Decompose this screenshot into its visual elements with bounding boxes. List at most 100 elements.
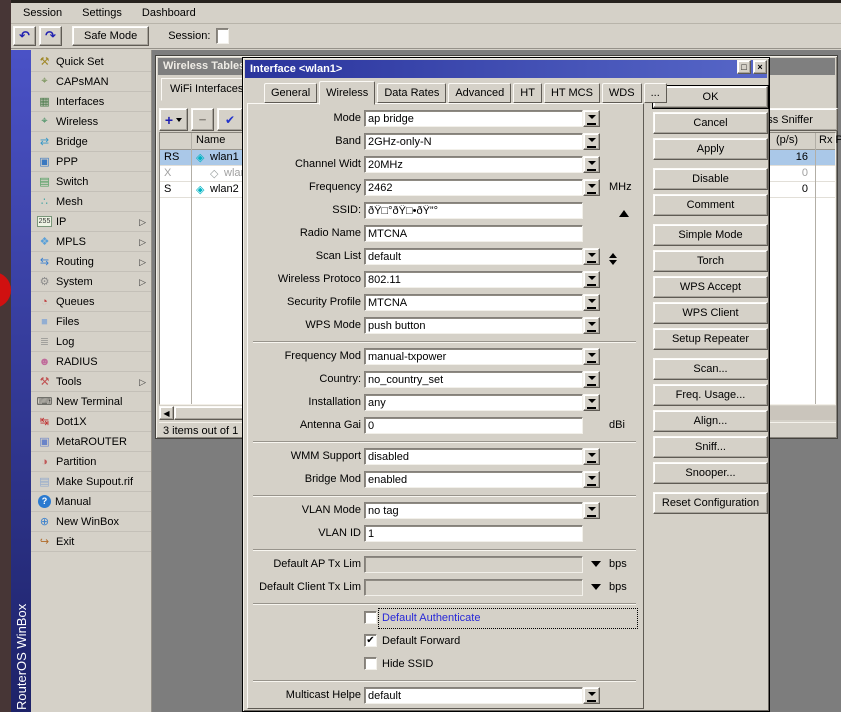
dropdown-button[interactable] (583, 471, 600, 488)
sidebar-item-quick-set[interactable]: ⚒Quick Set (31, 52, 151, 72)
dropdown-button[interactable] (583, 156, 600, 173)
radio-name-field[interactable] (364, 225, 583, 242)
vlan-mode-field[interactable] (364, 502, 583, 519)
channel-widt-field[interactable] (364, 156, 583, 173)
sidebar-item-metarouter[interactable]: ▣MetaROUTER (31, 432, 151, 452)
sidebar-item-new-winbox[interactable]: ⊕New WinBox (31, 512, 151, 532)
dropdown-button[interactable] (583, 271, 600, 288)
dropdown-button[interactable] (583, 179, 600, 196)
sidebar-item-log[interactable]: ≣Log (31, 332, 151, 352)
sidebar-item-capsman[interactable]: ⌖CAPsMAN (31, 72, 151, 92)
close-button[interactable]: × (753, 60, 767, 74)
dropdown-button[interactable] (583, 394, 600, 411)
scrollbar-thumb[interactable] (174, 406, 248, 420)
checkbox-default-authenticate[interactable] (364, 611, 377, 624)
maximize-button[interactable]: □ (737, 60, 751, 74)
sidebar-item-tools[interactable]: ⚒Tools▷ (31, 372, 151, 392)
sidebar-item-mesh[interactable]: ∴Mesh (31, 192, 151, 212)
rx-column-header[interactable]: Rx Pa (819, 134, 841, 146)
sidebar-item-make-supout-rif[interactable]: ▤Make Supout.rif (31, 472, 151, 492)
dropdown-button[interactable] (583, 448, 600, 465)
dropdown-button[interactable] (583, 317, 600, 334)
sidebar-item-manual[interactable]: ?Manual (31, 492, 151, 512)
undo-button[interactable]: ↶ (13, 26, 36, 46)
setup-repeater-button[interactable]: Setup Repeater (653, 328, 768, 350)
frequency-field[interactable] (364, 179, 583, 196)
scan-button[interactable]: Scan... (653, 358, 768, 380)
tab-general[interactable]: General (264, 83, 317, 103)
sniff-button[interactable]: Sniff... (653, 436, 768, 458)
sidebar-item-dot1x[interactable]: ↹Dot1X (31, 412, 151, 432)
reset-configuration-button[interactable]: Reset Configuration (653, 492, 768, 514)
multicast-helpe-field[interactable] (364, 687, 583, 704)
antenna-gai-field[interactable] (364, 417, 583, 434)
remove-button[interactable]: − (191, 108, 214, 131)
dropdown-button[interactable] (583, 294, 600, 311)
sidebar-item-system[interactable]: ⚙System▷ (31, 272, 151, 292)
tab-advanced[interactable]: Advanced (448, 83, 511, 103)
wireless-protoco-field[interactable] (364, 271, 583, 288)
dropdown-button[interactable] (583, 687, 600, 704)
ok-button[interactable]: OK (653, 86, 768, 108)
dropdown-button[interactable] (583, 110, 600, 127)
enable-button[interactable]: ✔ (217, 108, 243, 131)
freq-usage-button[interactable]: Freq. Usage... (653, 384, 768, 406)
sidebar-item-switch[interactable]: ▤Switch (31, 172, 151, 192)
sidebar-item-queues[interactable]: ◔Queues (31, 292, 151, 312)
mode-field[interactable] (364, 110, 583, 127)
menu-dashboard[interactable]: Dashboard (132, 4, 206, 22)
sidebar-item-radius[interactable]: ☻RADIUS (31, 352, 151, 372)
dropdown-button[interactable] (583, 502, 600, 519)
dialog-titlebar[interactable]: Interface <wlan1> (245, 60, 767, 78)
security-profile-field[interactable] (364, 294, 583, 311)
sidebar-item-new-terminal[interactable]: ⌨New Terminal (31, 392, 151, 412)
scroll-left-button[interactable]: ◀ (159, 406, 174, 420)
tab-ht-mcs[interactable]: HT MCS (544, 83, 600, 103)
menu-session[interactable]: Session (13, 4, 72, 22)
checkbox-default-forward[interactable]: ✔ (364, 634, 377, 647)
cancel-button[interactable]: Cancel (653, 112, 768, 134)
tab-wds[interactable]: WDS (602, 83, 642, 103)
sidebar-item-ip[interactable]: 255IP▷ (31, 212, 151, 232)
tab-ht[interactable]: HT (513, 83, 542, 103)
align-button[interactable]: Align... (653, 410, 768, 432)
wps-mode-field[interactable] (364, 317, 583, 334)
apply-button[interactable]: Apply (653, 138, 768, 160)
sidebar-item-routing[interactable]: ⇆Routing▷ (31, 252, 151, 272)
sidebar-item-bridge[interactable]: ⇄Bridge (31, 132, 151, 152)
sidebar-item-mpls[interactable]: ❖MPLS▷ (31, 232, 151, 252)
sidebar-item-ppp[interactable]: ▣PPP (31, 152, 151, 172)
simple-mode-button[interactable]: Simple Mode (653, 224, 768, 246)
wmm-support-field[interactable] (364, 448, 583, 465)
up-down-button[interactable] (609, 249, 617, 269)
sidebar-item-interfaces[interactable]: ▦Interfaces (31, 92, 151, 112)
dropdown-button[interactable] (583, 371, 600, 388)
dropdown-button[interactable] (583, 248, 600, 265)
dropdown-button[interactable] (583, 133, 600, 150)
sidebar-item-wireless[interactable]: ⌖Wireless (31, 112, 151, 132)
wps-accept-button[interactable]: WPS Accept (653, 276, 768, 298)
band-field[interactable] (364, 133, 583, 150)
session-input[interactable] (216, 28, 229, 44)
country-field[interactable] (364, 371, 583, 388)
sidebar-item-exit[interactable]: ↪Exit (31, 532, 151, 552)
default-client-tx-lim-field[interactable] (364, 579, 583, 596)
menu-settings[interactable]: Settings (72, 4, 132, 22)
redo-button[interactable]: ↷ (39, 26, 62, 46)
comment-button[interactable]: Comment (653, 194, 768, 216)
pps-column-header[interactable]: (p/s) (776, 134, 798, 146)
sidebar-item-files[interactable]: ■Files (31, 312, 151, 332)
wps-client-button[interactable]: WPS Client (653, 302, 768, 324)
torch-button[interactable]: Torch (653, 250, 768, 272)
tab-wireless[interactable]: Wireless (319, 81, 375, 105)
frequency-mod-field[interactable] (364, 348, 583, 365)
snooper-button[interactable]: Snooper... (653, 462, 768, 484)
vlan-id-field[interactable] (364, 525, 583, 542)
bridge-mod-field[interactable] (364, 471, 583, 488)
add-button[interactable]: + (159, 108, 188, 131)
safe-mode-button[interactable]: Safe Mode (72, 26, 149, 46)
dropdown-button[interactable] (583, 348, 600, 365)
tab-item[interactable]: ... (644, 83, 667, 103)
installation-field[interactable] (364, 394, 583, 411)
disable-button[interactable]: Disable (653, 168, 768, 190)
